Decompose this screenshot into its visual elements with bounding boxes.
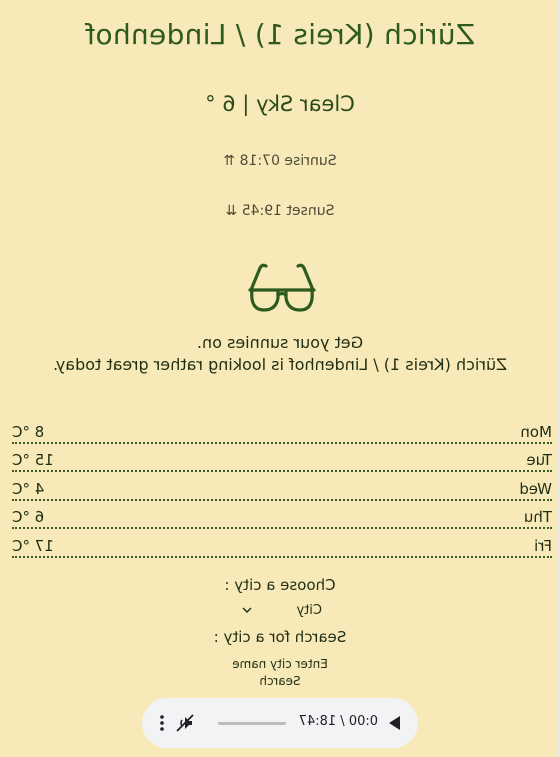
forecast-day: Wed: [519, 479, 552, 498]
sunglasses-icon: [248, 263, 316, 312]
volume-muted-icon[interactable]: [176, 714, 194, 732]
audio-time: 0:00 / 18:47: [298, 714, 378, 729]
current-condition: Clear Sky | 6 °: [205, 92, 355, 116]
sunrise-time: Sunrise 07:18 ⇈: [223, 153, 337, 169]
city-search-input[interactable]: [220, 656, 340, 672]
forecast-row: Fri 17 °C: [12, 529, 552, 558]
forecast-row: Mon 8 °C: [12, 415, 552, 444]
location-title: Zürich (Kreis 1) / Lindenhof: [85, 18, 475, 51]
forecast-row: Tue 15 °C: [12, 443, 552, 472]
more-vertical-icon[interactable]: [158, 714, 166, 732]
forecast-day: Tue: [526, 451, 552, 469]
forecast-temp: 4 °C: [12, 479, 45, 498]
audio-player: 0:00 / 18:47: [142, 698, 418, 748]
search-button[interactable]: Search: [240, 673, 320, 689]
play-icon[interactable]: [388, 715, 402, 731]
forecast-temp: 17 °C: [12, 536, 54, 555]
search-city-label: Search for a city :: [213, 628, 347, 646]
weather-message: Get your sunnies on. Zürich (Kreis 1) / …: [0, 332, 560, 376]
message-line-1: Get your sunnies on.: [196, 333, 364, 352]
weather-page: Zürich (Kreis 1) / Lindenhof Clear Sky |…: [0, 0, 560, 757]
forecast-row: Thu 6 °C: [12, 500, 552, 529]
forecast-temp: 8 °C: [12, 422, 45, 441]
city-select-value: City: [296, 602, 322, 618]
chevron-down-icon: [242, 607, 252, 613]
sunset-time: Sunset 19:45 ⇊: [225, 203, 335, 219]
forecast-day: Mon: [520, 422, 552, 441]
message-line-2: Zürich (Kreis 1) / Lindenhof is looking …: [52, 355, 508, 374]
audio-progress-bar[interactable]: [218, 722, 286, 725]
city-select[interactable]: City: [242, 601, 322, 619]
forecast-row: Wed 4 °C: [12, 472, 552, 501]
forecast-temp: 6 °C: [12, 508, 45, 526]
choose-city-label: Choose a city :: [224, 576, 336, 594]
forecast-list: Mon 8 °C Tue 15 °C Wed 4 °C Thu 6 °C Fri…: [12, 415, 552, 558]
forecast-day: Fri: [534, 536, 552, 555]
forecast-temp: 15 °C: [12, 451, 54, 469]
forecast-day: Thu: [523, 508, 552, 526]
